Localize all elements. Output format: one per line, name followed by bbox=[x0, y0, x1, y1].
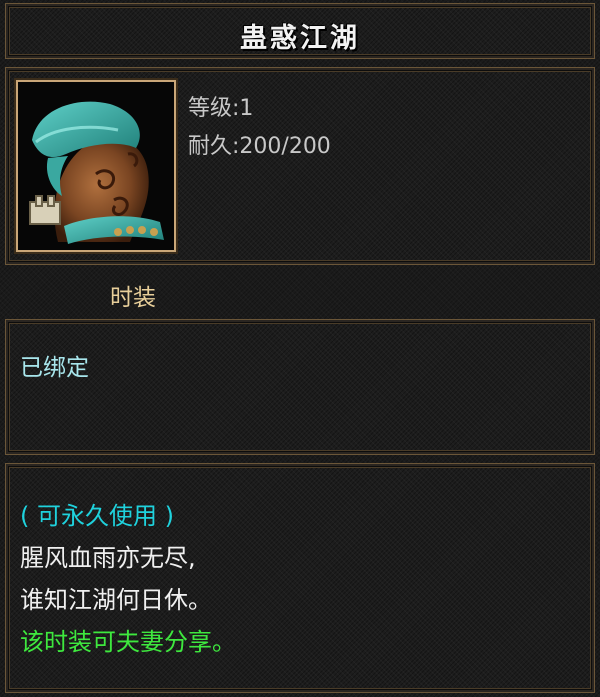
item-info-panel: 等级:1 耐久:200/200 bbox=[5, 67, 595, 265]
item-tooltip: 蛊惑江湖 等级:1 耐久:200/200 时装 已绑定 (可永久使用) 腥风… bbox=[0, 0, 600, 697]
bind-status: 已绑定 bbox=[20, 355, 89, 381]
title-bar: 蛊惑江湖 bbox=[5, 3, 595, 59]
flavor-text-line-2: 谁知江湖何日休。 bbox=[20, 586, 212, 614]
item-durability: 耐久:200/200 bbox=[188, 134, 331, 159]
costume-icon bbox=[16, 80, 176, 252]
item-category-row: 时装 bbox=[6, 272, 594, 312]
bind-status-panel: 已绑定 bbox=[5, 319, 595, 455]
item-level: 等级:1 bbox=[188, 96, 254, 121]
flavor-text-line-1: 腥风血雨亦无尽, bbox=[20, 544, 196, 572]
item-name: 蛊惑江湖 bbox=[240, 23, 360, 54]
share-note: 该时装可夫妻分享。 bbox=[20, 628, 236, 656]
item-category: 时装 bbox=[110, 285, 156, 311]
usage-duration: ( 可永久使用 ) bbox=[20, 502, 174, 530]
description-panel: ( 可永久使用 ) 腥风血雨亦无尽, 谁知江湖何日休。 该时装可夫妻分享。 bbox=[5, 463, 595, 693]
